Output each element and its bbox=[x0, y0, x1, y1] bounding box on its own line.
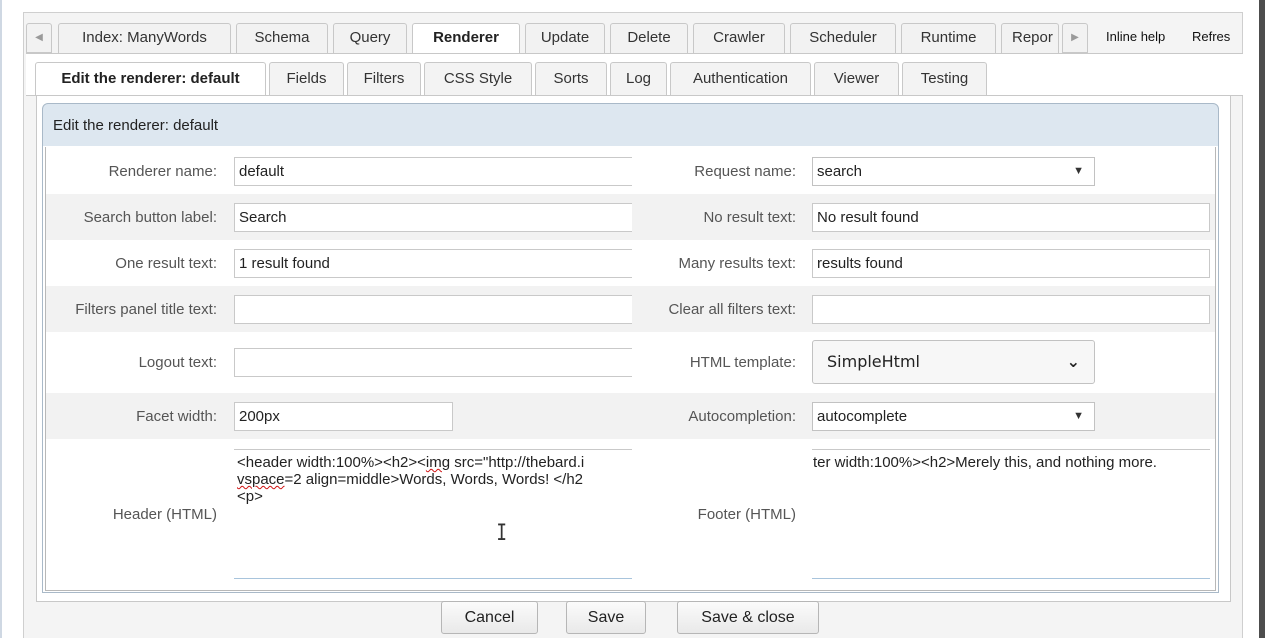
refresh-link[interactable]: Refres bbox=[1192, 23, 1242, 53]
subtab-authentication[interactable]: Authentication bbox=[670, 62, 811, 95]
cancel-button[interactable]: Cancel bbox=[441, 601, 538, 634]
subtab-filters[interactable]: Filters bbox=[347, 62, 421, 95]
save-and-close-button[interactable]: Save & close bbox=[677, 601, 819, 634]
subtab-log[interactable]: Log bbox=[610, 62, 667, 95]
tab-index[interactable]: Index: ManyWords bbox=[58, 23, 231, 53]
subtab-viewer[interactable]: Viewer bbox=[814, 62, 899, 95]
tab-schema[interactable]: Schema bbox=[236, 23, 328, 53]
subtab-edit-renderer[interactable]: Edit the renderer: default bbox=[35, 62, 266, 95]
vertical-scrollbar[interactable] bbox=[1259, 0, 1265, 638]
save-button[interactable]: Save bbox=[566, 601, 646, 634]
right-gutter bbox=[1243, 0, 1272, 638]
subtab-sorts[interactable]: Sorts bbox=[535, 62, 607, 95]
left-edge bbox=[0, 0, 2, 638]
form-inner-border bbox=[45, 147, 1216, 591]
subtab-testing[interactable]: Testing bbox=[902, 62, 987, 95]
tab-report[interactable]: Repor bbox=[1001, 23, 1059, 53]
scroll-right-arrow-icon[interactable]: ▶ bbox=[1062, 23, 1088, 53]
tab-crawler[interactable]: Crawler bbox=[693, 23, 785, 53]
tab-update[interactable]: Update bbox=[525, 23, 605, 53]
scroll-left-arrow-icon[interactable]: ◀ bbox=[26, 23, 52, 53]
tab-delete[interactable]: Delete bbox=[610, 23, 688, 53]
tab-runtime[interactable]: Runtime bbox=[901, 23, 996, 53]
tab-renderer[interactable]: Renderer bbox=[412, 23, 520, 54]
tab-query[interactable]: Query bbox=[333, 23, 407, 53]
subtab-css-style[interactable]: CSS Style bbox=[424, 62, 532, 95]
panel-title: Edit the renderer: default bbox=[42, 103, 1219, 147]
text-cursor-icon: I bbox=[496, 521, 507, 546]
tab-scheduler[interactable]: Scheduler bbox=[790, 23, 896, 53]
inline-help-link[interactable]: Inline help bbox=[1106, 23, 1165, 53]
subtab-fields[interactable]: Fields bbox=[269, 62, 344, 95]
